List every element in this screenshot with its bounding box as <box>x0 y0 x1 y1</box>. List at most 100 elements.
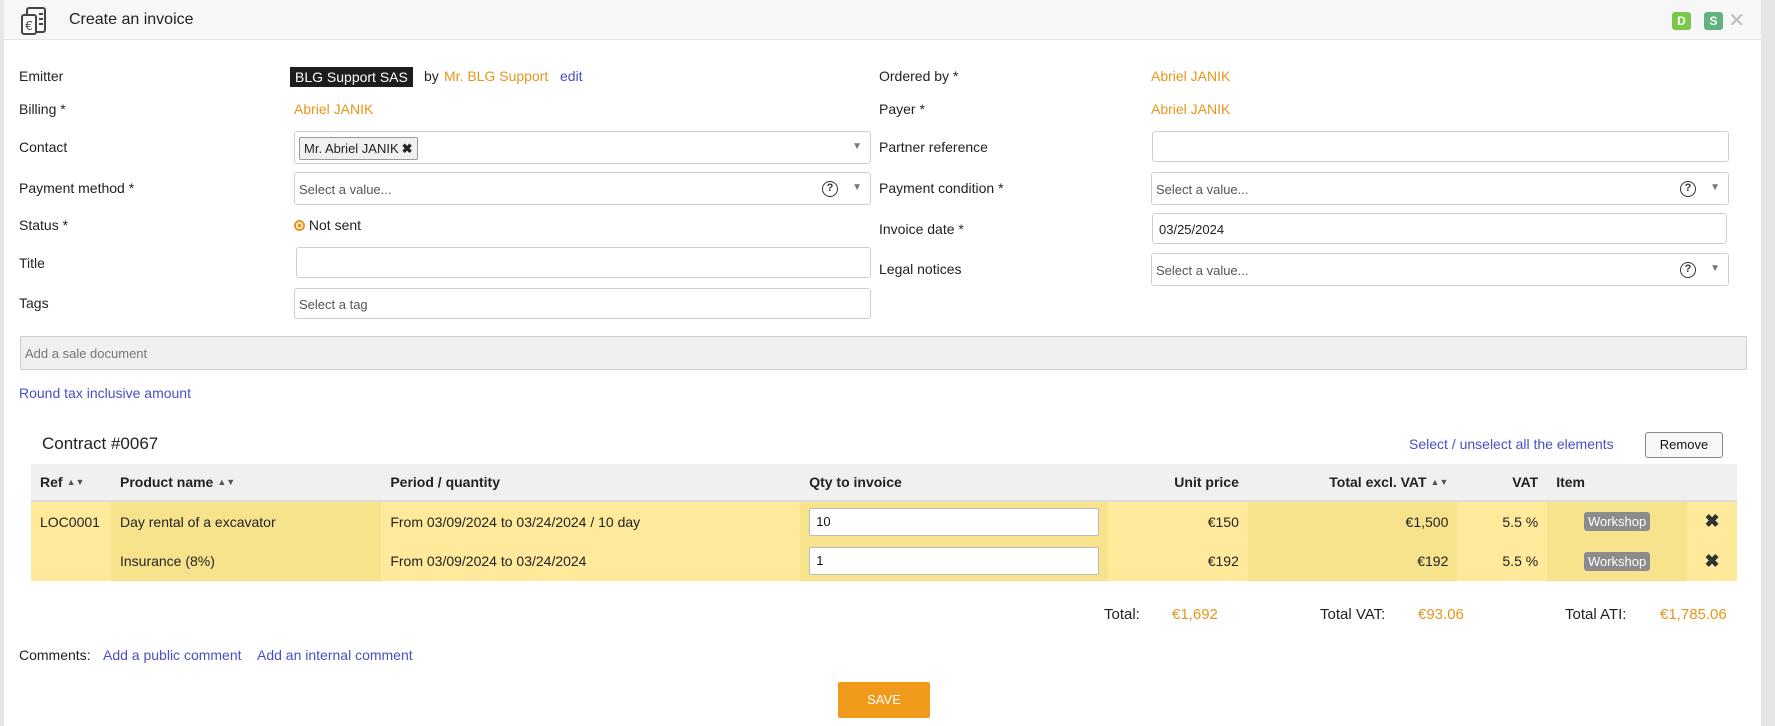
status-value: Not sent <box>308 217 362 233</box>
close-icon[interactable]: ✕ <box>1728 8 1745 33</box>
payment-method-select[interactable]: Select a value... ? ▼ <box>294 172 871 205</box>
col-total-excl-label: Total excl. VAT <box>1329 474 1427 490</box>
cell-ref <box>31 541 111 581</box>
invoice-euro-icon: € <box>21 7 46 35</box>
status-radio[interactable]: Not sent <box>294 217 361 233</box>
payment-method-label: Payment method * <box>19 180 135 196</box>
table-header-row: Ref ▲▼ Product name ▲▼ Period / quantity Q… <box>31 464 1737 502</box>
ordered-by-link[interactable]: Abriel JANIK <box>1151 68 1230 84</box>
contract-items-table: Ref ▲▼ Product name ▲▼ Period / quantity Q… <box>31 464 1737 581</box>
col-product[interactable]: Product name ▲▼ <box>110 464 382 502</box>
col-actions <box>1687 464 1737 502</box>
contact-select[interactable]: Mr. Abriel JANIK ✖ ▼ <box>294 131 871 164</box>
billing-value-link[interactable]: Abriel JANIK <box>294 101 373 117</box>
legal-notices-select[interactable]: Select a value... ? ▼ <box>1151 253 1729 286</box>
billing-label: Billing * <box>19 101 66 117</box>
col-vat: VAT <box>1457 464 1548 502</box>
chevron-down-icon: ▼ <box>1710 182 1720 193</box>
payment-method-placeholder: Select a value... <box>299 182 392 197</box>
sale-document-placeholder: Add a sale document <box>25 346 148 361</box>
cell-item: Workshop <box>1547 541 1687 581</box>
cell-delete: ✖ <box>1687 501 1737 541</box>
qty-input[interactable]: 1 <box>809 547 1100 575</box>
select-all-link[interactable]: Select / unselect all the elements <box>1409 436 1614 452</box>
sale-document-input[interactable]: Add a sale document <box>20 336 1747 370</box>
partner-reference-label: Partner reference <box>879 139 988 155</box>
col-item: Item <box>1547 464 1687 502</box>
add-public-comment-link[interactable]: Add a public comment <box>103 647 242 663</box>
sort-icon[interactable]: ▲▼ <box>217 477 235 487</box>
payment-condition-placeholder: Select a value... <box>1156 182 1249 197</box>
chevron-down-icon: ▼ <box>852 141 862 152</box>
help-icon[interactable]: ? <box>1680 262 1696 278</box>
cell-period: From 03/09/2024 to 03/24/2024 <box>381 541 801 581</box>
col-ref[interactable]: Ref ▲▼ <box>31 464 111 502</box>
total-vat-label: Total VAT: <box>1320 606 1386 623</box>
radio-selected-icon[interactable] <box>294 220 305 231</box>
remove-button[interactable]: Remove <box>1645 432 1723 458</box>
status-label: Status * <box>19 217 69 233</box>
col-ref-label: Ref <box>40 474 63 490</box>
emitter-edit-link[interactable]: edit <box>560 68 583 84</box>
contact-chip-label: Mr. Abriel JANIK <box>304 141 399 156</box>
contact-label: Contact <box>19 139 68 155</box>
table-row: LOC0001 Day rental of a excavator From 0… <box>31 501 1737 541</box>
round-tax-link[interactable]: Round tax inclusive amount <box>19 385 191 401</box>
sort-icon[interactable]: ▲▼ <box>67 477 85 487</box>
sort-icon[interactable]: ▲▼ <box>1431 477 1449 487</box>
cell-total-excl: €192 <box>1247 541 1458 581</box>
qty-input[interactable]: 10 <box>809 507 1100 536</box>
cell-unit-price: €192 <box>1108 541 1248 581</box>
cell-qty: 10 <box>800 501 1109 541</box>
help-icon[interactable]: ? <box>822 181 838 197</box>
cell-ref: LOC0001 <box>31 501 111 541</box>
invoice-modal: € Create an invoice D S ✕ Emitter BLG Su… <box>4 0 1761 726</box>
item-tag: Workshop <box>1583 551 1651 571</box>
partner-reference-input[interactable] <box>1152 131 1729 162</box>
title-input[interactable] <box>296 247 871 278</box>
col-total-excl[interactable]: Total excl. VAT ▲▼ <box>1247 464 1458 502</box>
emitter-label: Emitter <box>19 68 64 84</box>
invoice-date-input[interactable]: 03/25/2024 <box>1152 213 1727 244</box>
chip-remove-icon[interactable]: ✖ <box>402 141 413 156</box>
total-value: €1,692 <box>1172 606 1218 623</box>
badge-s[interactable]: S <box>1704 12 1723 30</box>
emitter-by-text: by <box>424 68 439 84</box>
tags-placeholder: Select a tag <box>299 297 368 312</box>
cell-unit-price: €150 <box>1108 501 1248 541</box>
payment-condition-select[interactable]: Select a value... ? ▼ <box>1151 172 1729 205</box>
chevron-down-icon: ▼ <box>852 182 862 193</box>
payment-condition-label: Payment condition * <box>879 180 1004 196</box>
col-product-label: Product name <box>119 474 214 490</box>
payer-link[interactable]: Abriel JANIK <box>1151 101 1230 117</box>
emitter-person-link[interactable]: Mr. BLG Support <box>444 68 548 84</box>
help-icon[interactable]: ? <box>1680 181 1696 197</box>
item-tag: Workshop <box>1583 512 1651 531</box>
cell-total-excl: €1,500 <box>1247 501 1458 541</box>
emitter-company: BLG Support SAS <box>290 67 413 87</box>
table-row: Insurance (8%) From 03/09/2024 to 03/24/… <box>31 541 1737 581</box>
title-label: Title <box>19 255 45 271</box>
invoice-date-label: Invoice date * <box>879 221 964 237</box>
svg-text:€: € <box>25 19 33 33</box>
save-button[interactable]: SAVE <box>838 682 930 718</box>
legal-notices-placeholder: Select a value... <box>1156 263 1249 278</box>
chevron-down-icon: ▼ <box>1710 263 1720 274</box>
payer-label: Payer * <box>879 101 925 117</box>
add-internal-comment-link[interactable]: Add an internal comment <box>257 647 413 663</box>
ordered-by-label: Ordered by * <box>879 68 959 84</box>
tags-label: Tags <box>19 295 49 311</box>
total-ati-value: €1,785.06 <box>1660 606 1727 623</box>
badge-d[interactable]: D <box>1672 12 1691 30</box>
total-vat-value: €93.06 <box>1418 606 1464 623</box>
delete-row-icon[interactable]: ✖ <box>1704 551 1719 571</box>
col-qty: Qty to invoice <box>800 464 1109 502</box>
delete-row-icon[interactable]: ✖ <box>1704 511 1719 531</box>
legal-notices-label: Legal notices <box>879 261 962 277</box>
total-ati-label: Total ATI: <box>1565 606 1627 623</box>
title-bar: € Create an invoice D S ✕ <box>4 0 1761 40</box>
contract-title: Contract #0067 <box>42 434 159 453</box>
cell-qty: 1 <box>800 541 1109 581</box>
tags-select[interactable]: Select a tag <box>294 288 871 319</box>
contact-chip: Mr. Abriel JANIK ✖ <box>299 137 418 160</box>
